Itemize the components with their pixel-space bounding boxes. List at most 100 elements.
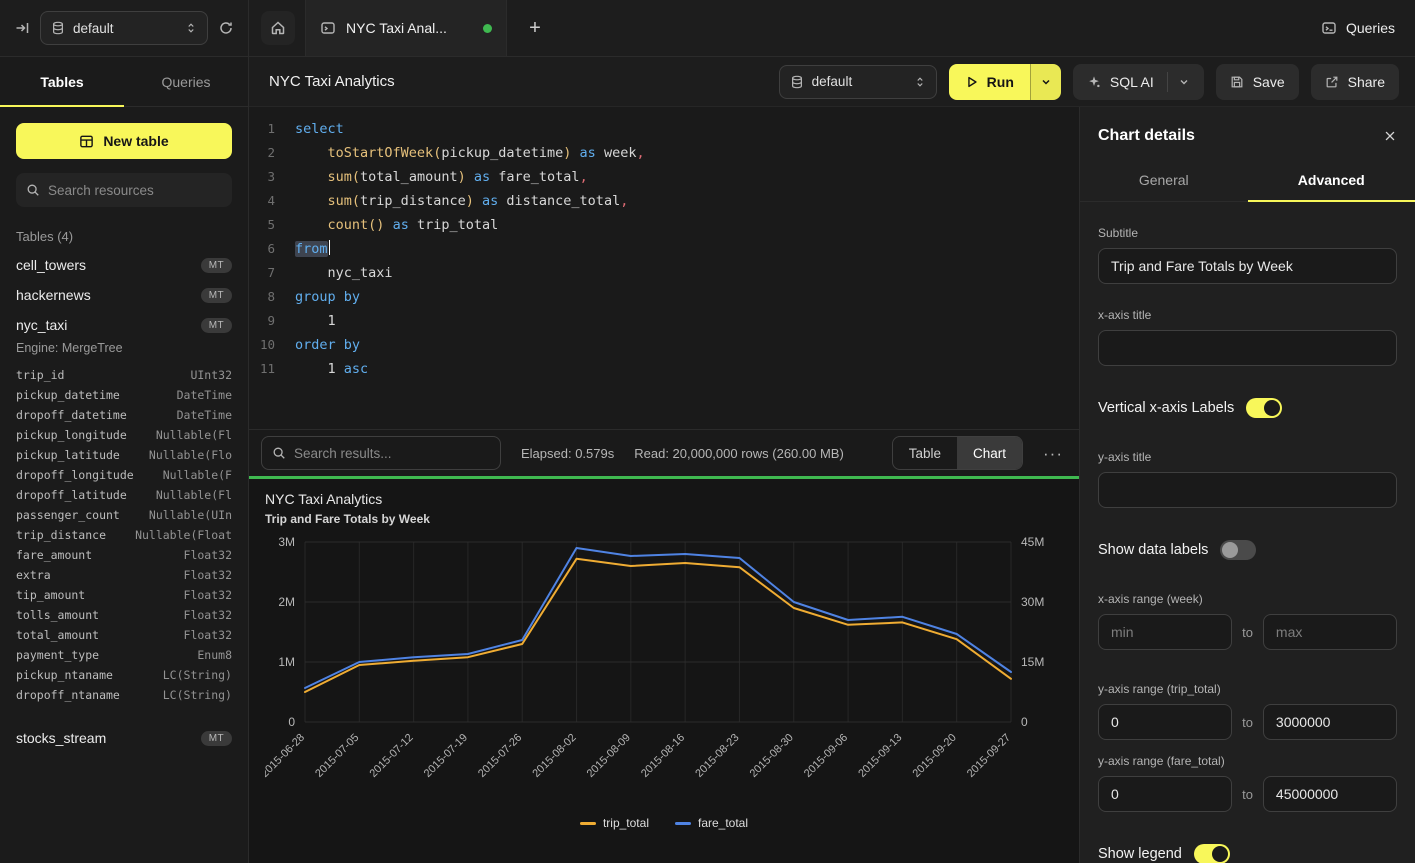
results-search-input[interactable] xyxy=(294,446,490,461)
database-icon xyxy=(790,75,804,89)
y-axis-range-trip-label: y-axis range (trip_total) xyxy=(1098,682,1397,696)
column-row-extra: extraFloat32 xyxy=(16,565,232,585)
x-range-min-input[interactable] xyxy=(1098,614,1232,650)
engine-badge: MT xyxy=(201,731,232,746)
vertical-x-labels-row: Vertical x-axis Labels xyxy=(1098,398,1397,418)
column-row-pickup_latitude: pickup_latitudeNullable(Flo xyxy=(16,445,232,465)
chevron-down-icon xyxy=(1040,76,1052,88)
refresh-icon[interactable] xyxy=(218,20,234,36)
y-range-trip-max-input[interactable] xyxy=(1263,704,1397,740)
run-button[interactable]: Run xyxy=(949,64,1061,100)
table-item-stocks_stream[interactable]: stocks_streamMT xyxy=(0,723,248,753)
y-range-fare-max-input[interactable] xyxy=(1263,776,1397,812)
show-data-labels-toggle[interactable] xyxy=(1220,540,1256,560)
query-header: NYC Taxi Analytics default xyxy=(249,57,1415,107)
code-line-6: 6from xyxy=(249,237,1079,261)
run-button-label: Run xyxy=(987,74,1014,90)
save-button[interactable]: Save xyxy=(1216,64,1299,100)
run-dropdown-button[interactable] xyxy=(1030,64,1061,100)
share-icon xyxy=(1325,75,1339,89)
column-type: DateTime xyxy=(177,405,232,425)
sql-ai-button[interactable]: SQL AI xyxy=(1073,64,1204,100)
view-chart-button[interactable]: Chart xyxy=(957,437,1022,469)
column-name: passenger_count xyxy=(16,505,120,525)
sidebar-search-input[interactable] xyxy=(48,183,222,198)
x-axis-label: 2015-08-16 xyxy=(639,732,687,780)
column-name: dropoff_longitude xyxy=(16,465,134,485)
code-text: nyc_taxi xyxy=(295,261,393,285)
column-row-passenger_count: passenger_countNullable(UIn xyxy=(16,505,232,525)
code-text: sum(trip_distance) as distance_total, xyxy=(295,189,628,213)
show-legend-row: Show legend xyxy=(1098,844,1397,863)
new-table-button[interactable]: New table xyxy=(16,123,232,159)
sql-ai-dropdown-button[interactable] xyxy=(1167,72,1190,92)
table-item-cell_towers[interactable]: cell_towersMT xyxy=(0,250,248,280)
updown-chevron-icon xyxy=(914,75,926,89)
table-name: hackernews xyxy=(16,287,201,303)
legend-item-fare_total[interactable]: fare_total xyxy=(675,816,748,830)
new-table-label: New table xyxy=(103,133,168,149)
panel-body: Subtitle x-axis title Vertical x-axis La… xyxy=(1080,202,1415,863)
svg-text:1M: 1M xyxy=(278,655,295,669)
code-text: group by xyxy=(295,285,360,309)
code-line-4: 4 sum(trip_distance) as distance_total, xyxy=(249,189,1079,213)
topbar-database-selector[interactable]: default xyxy=(40,11,208,45)
search-icon xyxy=(26,183,40,197)
sidebar-tab-queries[interactable]: Queries xyxy=(124,57,248,106)
chart-details-panel: Chart details General Advanced Subtitle … xyxy=(1079,107,1415,863)
search-icon xyxy=(272,446,286,460)
header-database-selector[interactable]: default xyxy=(779,65,937,99)
column-name: dropoff_latitude xyxy=(16,485,127,505)
y-axis-title-input[interactable] xyxy=(1098,472,1397,508)
column-row-dropoff_ntaname: dropoff_ntanameLC(String) xyxy=(16,685,232,705)
engine-badge: MT xyxy=(201,318,232,333)
queries-button[interactable]: Queries xyxy=(1321,20,1395,36)
tables-section-label: Tables (4) xyxy=(16,229,232,244)
column-type: Float32 xyxy=(184,585,232,605)
table-item-hackernews[interactable]: hackernewsMT xyxy=(0,280,248,310)
column-row-dropoff_latitude: dropoff_latitudeNullable(Fl xyxy=(16,485,232,505)
y-range-fare-min-input[interactable] xyxy=(1098,776,1232,812)
legend-swatch xyxy=(675,822,691,825)
more-options-icon[interactable]: ··· xyxy=(1043,445,1063,462)
tab-general[interactable]: General xyxy=(1080,161,1248,201)
legend-item-trip_total[interactable]: trip_total xyxy=(580,816,649,830)
panel-tabs: General Advanced xyxy=(1080,161,1415,202)
sql-editor[interactable]: 1select2 toStartOfWeek(pickup_datetime) … xyxy=(249,107,1079,429)
database-icon xyxy=(51,21,65,35)
home-button[interactable] xyxy=(261,11,295,45)
x-axis-label: 2015-09-27 xyxy=(965,732,1013,780)
show-legend-toggle[interactable] xyxy=(1194,844,1230,863)
tab-advanced[interactable]: Advanced xyxy=(1248,161,1415,201)
subtitle-input[interactable] xyxy=(1098,248,1397,284)
line-number: 11 xyxy=(249,357,295,381)
sidebar-tab-tables[interactable]: Tables xyxy=(0,57,124,106)
table-item-nyc_taxi[interactable]: nyc_taxiMT xyxy=(0,310,248,340)
line-number: 4 xyxy=(249,189,295,213)
svg-text:3M: 3M xyxy=(278,535,295,549)
view-table-button[interactable]: Table xyxy=(893,437,957,469)
column-name: pickup_longitude xyxy=(16,425,127,445)
vertical-x-labels-toggle[interactable] xyxy=(1246,398,1282,418)
toggle-knob xyxy=(1222,542,1238,558)
share-button[interactable]: Share xyxy=(1311,64,1399,100)
tab-nyc-taxi-analytics[interactable]: NYC Taxi Anal... xyxy=(305,0,507,56)
y-range-trip-min-input[interactable] xyxy=(1098,704,1232,740)
column-type: Nullable(Fl xyxy=(156,425,232,445)
column-type: DateTime xyxy=(177,385,232,405)
x-axis-title-input[interactable] xyxy=(1098,330,1397,366)
content-row: 1select2 toStartOfWeek(pickup_datetime) … xyxy=(249,107,1415,863)
x-range-max-input[interactable] xyxy=(1263,614,1397,650)
sidebar-search xyxy=(16,173,232,207)
new-tab-button[interactable]: + xyxy=(517,10,553,46)
collapse-sidebar-icon[interactable] xyxy=(14,20,30,36)
results-search xyxy=(261,436,501,470)
column-row-trip_distance: trip_distanceNullable(Float xyxy=(16,525,232,545)
sql-ai-label: SQL AI xyxy=(1110,74,1154,90)
topbar-database-value: default xyxy=(73,21,177,36)
play-icon xyxy=(965,75,979,89)
code-line-11: 11 1 asc xyxy=(249,357,1079,381)
close-icon[interactable] xyxy=(1383,129,1397,143)
chart-panel: NYC Taxi Analytics Trip and Fare Totals … xyxy=(249,479,1079,863)
column-type: LC(String) xyxy=(163,685,232,705)
